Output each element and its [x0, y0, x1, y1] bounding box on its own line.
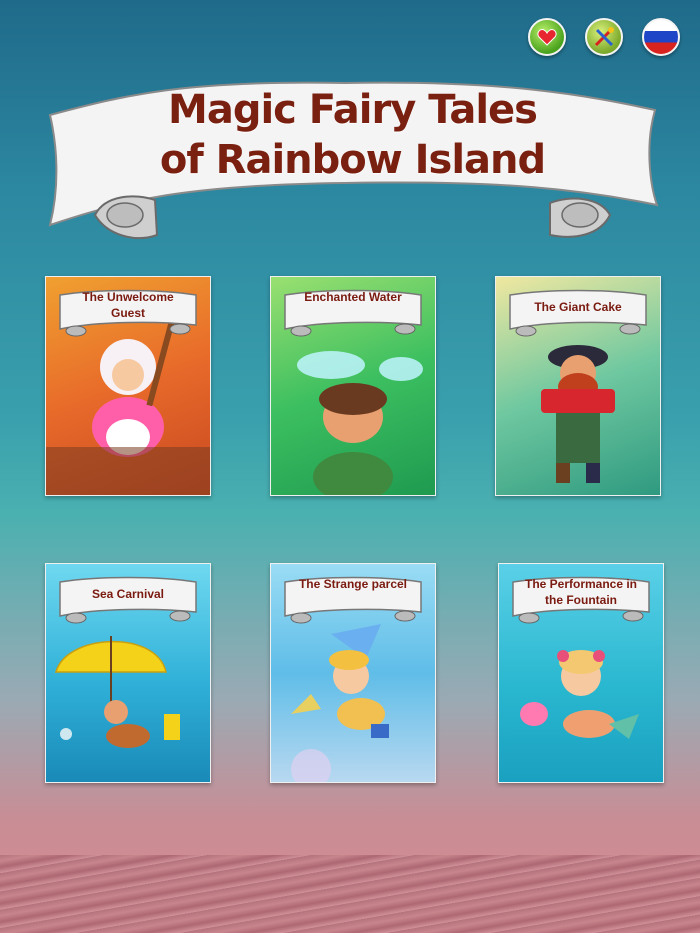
- book-title: The Giant Cake: [534, 300, 622, 314]
- title-banner: Magic Fairy Tales of Rainbow Island: [45, 75, 660, 240]
- book-card-giant-cake[interactable]: The Giant Cake: [495, 276, 661, 496]
- tools-icon: [594, 27, 614, 47]
- book-card-sea-carnival[interactable]: Sea Carnival: [45, 563, 211, 783]
- book-card-strange-parcel[interactable]: The Strange parcel: [270, 563, 436, 783]
- top-toolbar: [528, 18, 680, 56]
- book-title: Sea Carnival: [91, 587, 165, 601]
- sea-background: [0, 855, 700, 933]
- settings-button[interactable]: [585, 18, 623, 56]
- app-title-line1: Magic Fairy Tales: [168, 87, 538, 133]
- favorites-button[interactable]: [528, 18, 566, 56]
- book-card-enchanted-water[interactable]: Enchanted Water: [270, 276, 436, 496]
- book-title: Enchanted Water: [304, 290, 402, 304]
- heart-icon: [537, 29, 557, 46]
- book-title: The Performance in the Fountain: [524, 577, 638, 607]
- book-card-performance-fountain[interactable]: The Performance in the Fountain: [498, 563, 664, 783]
- book-title: The Unwelcome Guest: [82, 290, 174, 320]
- book-title: The Strange parcel: [298, 577, 408, 591]
- app-title-line2: of Rainbow Island: [159, 137, 546, 183]
- book-card-unwelcome-guest[interactable]: The Unwelcome Guest: [45, 276, 211, 496]
- language-button[interactable]: [642, 18, 680, 56]
